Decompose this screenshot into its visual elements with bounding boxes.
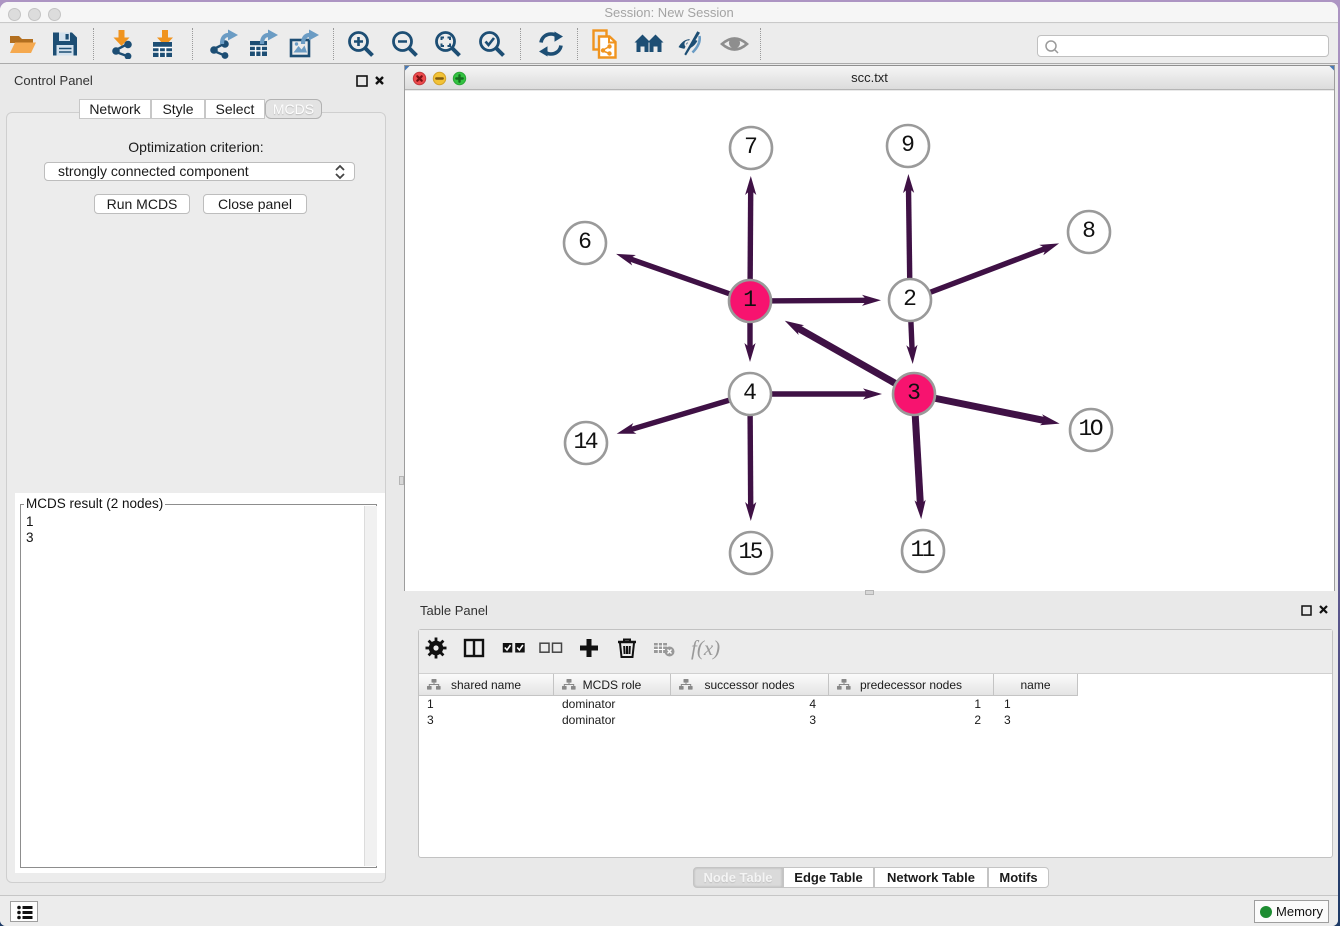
svg-text:4: 4 <box>743 380 757 406</box>
svg-text:7: 7 <box>744 134 758 160</box>
svg-text:15: 15 <box>739 539 764 565</box>
svg-text:14: 14 <box>574 429 599 455</box>
svg-text:1: 1 <box>743 287 757 313</box>
svg-text:3: 3 <box>907 380 921 406</box>
svg-text:2: 2 <box>903 286 917 312</box>
svg-text:6: 6 <box>578 229 592 255</box>
svg-text:9: 9 <box>901 132 915 158</box>
svg-text:11: 11 <box>911 537 936 563</box>
svg-text:1O: 1O <box>1079 416 1104 442</box>
svg-text:8: 8 <box>1082 218 1096 244</box>
